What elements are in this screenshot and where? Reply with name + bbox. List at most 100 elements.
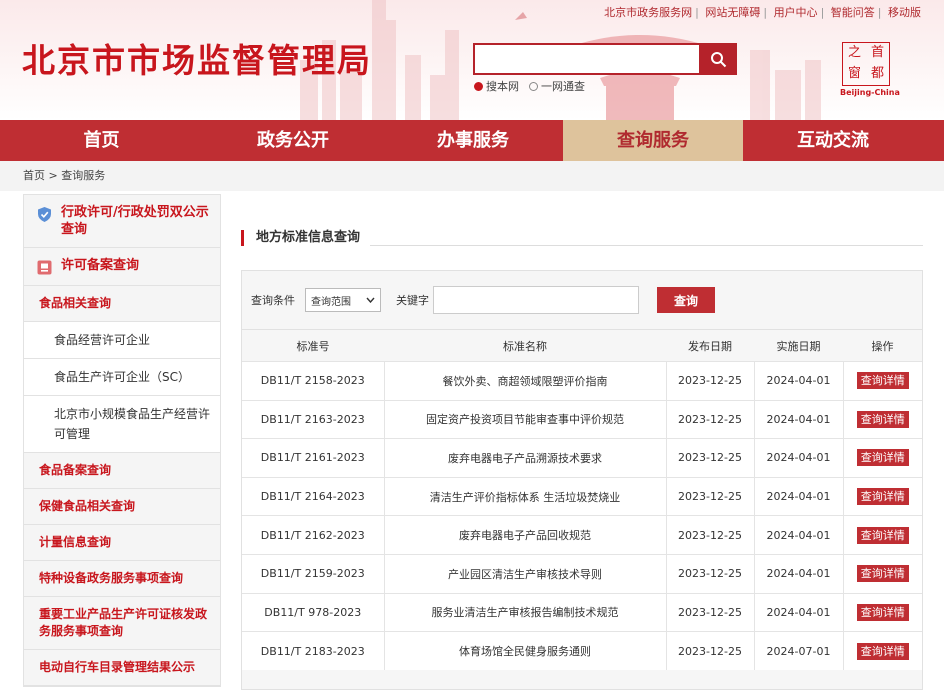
table-row: DB11/T 2162-2023 废弃电器电子产品回收规范 2023-12-25 20… — [242, 515, 922, 555]
site-header: 北京市市场监督管理局 北京市政务服务网 | 网站无障碍 | 用户中心 | 智能问答 | … — [0, 0, 944, 120]
top-link-smart-qa[interactable]: 智能问答 — [828, 6, 878, 19]
cell-effective: 2024-04-01 — [753, 361, 843, 401]
cell-effective: 2024-04-01 — [753, 438, 843, 478]
sidebar-item-metrology[interactable]: 计量信息查询 — [24, 525, 220, 561]
top-links: 北京市政务服务网 | 网站无障碍 | 用户中心 | 智能问答 | 移动版 — [601, 4, 924, 20]
sidebar-sub-food-production[interactable]: 食品生产许可企业（SC） — [24, 359, 220, 396]
nav-services[interactable]: 办事服务 — [383, 120, 563, 161]
table-row: DB11/T 2158-2023 餐饮外卖、商超领域限塑评价指南 2023-12-2… — [242, 361, 922, 401]
table-row: DB11/T 2183-2023 体育场馆全民健身服务通则 2023-12-25 20… — [242, 631, 922, 671]
cell-issued: 2023-12-25 — [665, 515, 754, 555]
site-search-button[interactable] — [699, 43, 737, 75]
standards-table: 标准号 标准名称 发布日期 实施日期 操作 DB11/T 2158-2023 餐饮… — [242, 329, 922, 671]
sidebar-item-dual-publicity[interactable]: 行政许可/行政处罚双公示查询 — [24, 195, 220, 248]
site-title: 北京市市场监督管理局 — [22, 41, 372, 80]
search-icon — [710, 51, 726, 67]
cell-action: 查询详情 — [842, 592, 922, 632]
cell-action: 查询详情 — [842, 476, 922, 516]
cell-code: DB11/T 2161-2023 — [242, 438, 384, 478]
query-button[interactable]: 查询 — [657, 287, 715, 313]
radio-selected-icon — [474, 81, 483, 91]
cell-effective: 2024-04-01 — [753, 553, 843, 594]
cell-name: 废弃电器电子产品回收规范 — [383, 515, 666, 555]
view-details-button[interactable]: 查询详情 — [856, 449, 909, 467]
col-header-action: 操作 — [843, 329, 922, 362]
site-search-input[interactable] — [475, 45, 699, 73]
sidebar-item-ebike[interactable]: 电动自行车目录管理结果公示 — [24, 650, 220, 686]
query-condition-label: 查询条件 — [251, 294, 295, 307]
sidebar-item-food[interactable]: 食品相关查询 — [24, 286, 220, 322]
sidebar-item-health-food[interactable]: 保健食品相关查询 — [24, 489, 220, 525]
cell-action: 查询详情 — [842, 553, 922, 594]
breadcrumb-separator: > — [48, 169, 58, 182]
view-details-button[interactable]: 查询详情 — [856, 642, 909, 660]
capital-window-logo[interactable]: 之 首 窗 都 — [842, 42, 890, 86]
site-search — [473, 43, 737, 75]
cell-effective: 2024-04-01 — [753, 515, 843, 555]
cell-issued: 2023-12-25 — [665, 553, 754, 594]
chevron-down-icon — [366, 297, 375, 303]
table-row: DB11/T 2163-2023 固定资产投资项目节能审查事中评价规范 2023-1… — [242, 399, 922, 439]
logo-caption: Beijing-China — [840, 88, 900, 97]
cell-effective: 2024-07-01 — [753, 631, 843, 671]
top-link-gov-service[interactable]: 北京市政务服务网 — [601, 6, 695, 19]
view-details-button[interactable]: 查询详情 — [856, 565, 909, 583]
cell-name: 固定资产投资项目节能审查事中评价规范 — [383, 399, 666, 439]
view-details-button[interactable]: 查询详情 — [856, 603, 909, 621]
cell-action: 查询详情 — [842, 438, 922, 478]
page-title: 地方标准信息查询 — [241, 230, 371, 246]
breadcrumb: 首页 > 查询服务 — [0, 161, 944, 191]
nav-interaction[interactable]: 互动交流 — [743, 120, 923, 161]
sidebar-item-food-filing[interactable]: 食品备案查询 — [24, 453, 220, 489]
cell-name: 服务业清洁生产审核报告编制技术规范 — [383, 592, 666, 632]
cell-issued: 2023-12-25 — [665, 361, 754, 401]
keyword-label: 关键字 — [396, 294, 429, 307]
cell-name: 废弃电器电子产品溯源技术要求 — [383, 438, 666, 478]
sidebar-item-license-filing[interactable]: 许可备案查询 — [24, 248, 220, 286]
query-scope-select[interactable]: 查询范围 — [305, 288, 381, 312]
search-scope: 搜本网 一网通查 — [474, 78, 585, 94]
top-link-user-center[interactable]: 用户中心 — [771, 6, 821, 19]
breadcrumb-home[interactable]: 首页 — [23, 169, 45, 182]
sidebar-sub-food-business[interactable]: 食品经营许可企业 — [24, 322, 220, 359]
view-details-button[interactable]: 查询详情 — [856, 372, 909, 390]
keyword-input[interactable] — [433, 286, 639, 314]
top-link-accessibility[interactable]: 网站无障碍 — [702, 6, 763, 19]
cell-effective: 2024-04-01 — [753, 399, 843, 439]
cell-code: DB11/T 2164-2023 — [242, 476, 384, 516]
main-nav: 首页 政务公开 办事服务 查询服务 互动交流 — [0, 120, 944, 161]
col-header-code: 标准号 — [242, 329, 384, 362]
shield-icon — [38, 207, 51, 222]
cell-code: DB11/T 978-2023 — [242, 592, 384, 632]
cell-effective: 2024-04-01 — [753, 592, 843, 632]
sidebar-sub-small-scale[interactable]: 北京市小规模食品生产经营许可管理 — [24, 396, 220, 453]
cell-code: DB11/T 2159-2023 — [242, 553, 384, 594]
scope-all-network[interactable]: 一网通查 — [529, 78, 585, 94]
nav-home[interactable]: 首页 — [0, 120, 203, 161]
nav-gov-affairs[interactable]: 政务公开 — [203, 120, 383, 161]
cell-action: 查询详情 — [842, 631, 922, 671]
view-details-button[interactable]: 查询详情 — [856, 410, 909, 428]
cell-action: 查询详情 — [842, 399, 922, 439]
cell-issued: 2023-12-25 — [665, 399, 754, 439]
cell-effective: 2024-04-01 — [753, 476, 843, 516]
cell-issued: 2023-12-25 — [665, 438, 754, 478]
sidebar-item-special-equipment[interactable]: 特种设备政务服务事项查询 — [24, 561, 220, 597]
sidebar-item-industrial-license[interactable]: 重要工业产品生产许可证核发政务服务事项查询 — [24, 597, 220, 650]
view-details-button[interactable]: 查询详情 — [856, 488, 909, 506]
scope-this-site[interactable]: 搜本网 — [474, 78, 519, 94]
cell-issued: 2023-12-25 — [665, 592, 754, 632]
cell-code: DB11/T 2183-2023 — [242, 631, 384, 671]
col-header-name: 标准名称 — [384, 329, 666, 362]
col-header-effective: 实施日期 — [754, 329, 843, 362]
view-details-button[interactable]: 查询详情 — [856, 526, 909, 544]
query-bar: 查询条件 查询范围 关键字 查询 — [242, 271, 922, 329]
cell-name: 清洁生产评价指标体系 生活垃圾焚烧业 — [383, 476, 666, 516]
license-icon — [37, 260, 52, 275]
breadcrumb-current[interactable]: 查询服务 — [61, 169, 105, 182]
nav-query-services[interactable]: 查询服务 — [563, 120, 743, 161]
standard-query-panel: 查询条件 查询范围 关键字 查询 标准号 标准名称 发布日期 实施日期 操作 D… — [241, 270, 923, 690]
cell-issued: 2023-12-25 — [665, 476, 754, 516]
cell-issued: 2023-12-25 — [665, 631, 754, 671]
top-link-mobile[interactable]: 移动版 — [885, 6, 924, 19]
